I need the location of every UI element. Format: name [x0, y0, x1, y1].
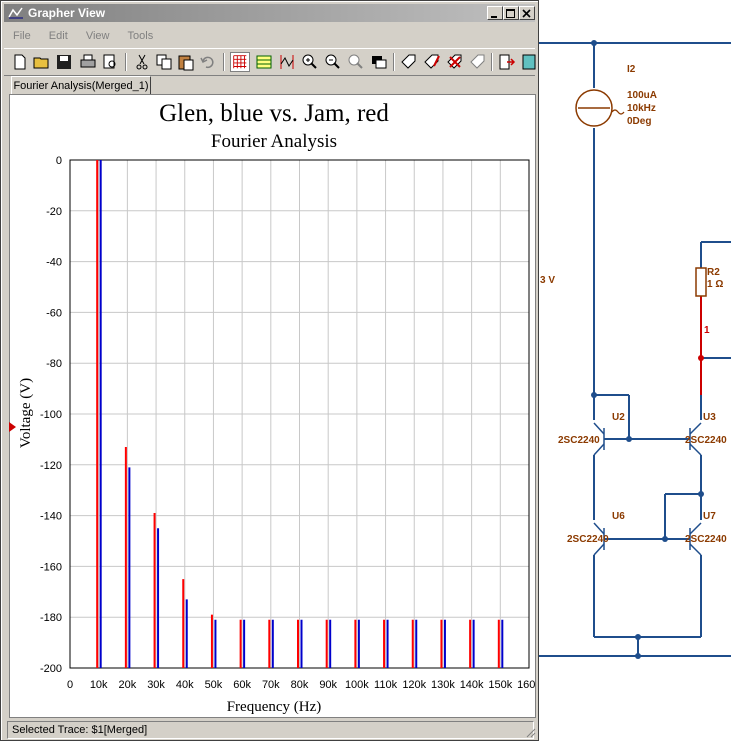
save-icon[interactable]	[54, 52, 74, 72]
x-tick-label: 90k	[319, 679, 337, 691]
y-tick-label: -20	[46, 206, 62, 218]
menu-edit[interactable]: Edit	[49, 27, 68, 45]
x-axis-label: Frequency (Hz)	[227, 699, 322, 715]
y-tick-label: -80	[46, 358, 62, 370]
current-source-i2[interactable]	[575, 89, 625, 127]
resistor-value: 1 Ω	[707, 279, 723, 290]
x-tick-label: 120k	[402, 679, 426, 691]
transistor-u2-part: 2SC2240	[558, 435, 600, 446]
y-cursor-marker-icon[interactable]	[9, 422, 16, 432]
x-tick-label: 130k	[431, 679, 455, 691]
tag-delete-icon[interactable]	[445, 52, 465, 72]
menu-file[interactable]: File	[13, 27, 31, 45]
open-icon[interactable]	[32, 52, 52, 72]
x-tick-label: 50k	[205, 679, 223, 691]
zoom-out-icon[interactable]	[323, 52, 343, 72]
transistor-u7-name: U7	[703, 511, 716, 522]
new-icon[interactable]	[10, 52, 30, 72]
x-tick-label: 40k	[176, 679, 194, 691]
y-tick-label: 0	[56, 155, 62, 167]
y-axis-ticks: 0 -20 -40 -60 -80 -100 -120 -140 -160 -180 -200	[40, 155, 62, 675]
minimize-button[interactable]	[487, 6, 503, 20]
paste-icon[interactable]	[176, 52, 196, 72]
cut-icon[interactable]	[132, 52, 152, 72]
chart-subtitle: Fourier Analysis	[211, 131, 337, 152]
y-tick-label: -140	[40, 511, 62, 523]
resize-grip-icon[interactable]	[524, 726, 536, 738]
y-tick-label: -180	[40, 612, 62, 624]
x-tick-label: 60k	[233, 679, 251, 691]
toolbar	[4, 48, 536, 76]
close-button[interactable]	[519, 6, 535, 20]
maximize-button[interactable]	[503, 6, 519, 20]
menu-bar: File Edit View Tools	[4, 27, 159, 45]
transistor-u3-name: U3	[703, 412, 716, 423]
title-bar[interactable]: Grapher View	[4, 4, 535, 22]
zoom-window-icon[interactable]	[369, 52, 389, 72]
chart-title: Glen, blue vs. Jam, red	[159, 100, 389, 127]
x-axis-ticks: 0 10k 20k 30k 40k 50k 60k 70k 80k 90k 100k 110k 120k…	[67, 679, 541, 691]
resistor-name: R2	[707, 267, 720, 278]
grapher-app-icon	[8, 7, 23, 19]
source-phase: 0Deg	[627, 116, 651, 127]
y-tick-label: -100	[40, 409, 62, 421]
transistor-u2-name: U2	[612, 412, 625, 423]
transistor-u3-part: 2SC2240	[685, 435, 727, 446]
grapher-window[interactable]: Grapher View File Edit View Tools Fourie…	[0, 0, 541, 741]
export-icon[interactable]	[497, 52, 517, 72]
menu-view[interactable]: View	[86, 27, 110, 45]
status-text: Selected Trace: $1[Merged]	[12, 724, 148, 736]
x-tick-label: 160k	[517, 679, 535, 691]
cursor-icon[interactable]	[277, 52, 297, 72]
x-tick-label: 100k	[345, 679, 369, 691]
tag-icon[interactable]	[399, 52, 419, 72]
x-tick-label: 80k	[291, 679, 309, 691]
x-tick-label: 110k	[374, 679, 398, 691]
tag-edit-icon[interactable]	[422, 52, 442, 72]
undo-icon[interactable]	[198, 52, 218, 72]
y-axis-label: Voltage (V)	[18, 378, 34, 448]
resistor-r2[interactable]	[695, 267, 707, 297]
transistor-u6-part: 2SC2240	[567, 534, 609, 545]
minimize-icon	[491, 16, 497, 18]
plot-panel[interactable]: Glen, blue vs. Jam, red Fourier Analysis…	[9, 94, 541, 718]
zoom-fit-icon[interactable]	[346, 52, 366, 72]
transistor-u7-part: 2SC2240	[685, 534, 727, 545]
y-tick-label: -120	[40, 460, 62, 472]
y-tick-label: -40	[46, 257, 62, 269]
window-title: Grapher View	[28, 6, 106, 20]
maximize-icon	[506, 9, 515, 18]
source-name: I2	[627, 64, 636, 75]
source-amplitude: 100uA	[627, 90, 657, 101]
zoom-in-icon[interactable]	[300, 52, 320, 72]
chart-grid	[69, 159, 530, 669]
tab-fourier-analysis[interactable]: Fourier Analysis(Merged_1)	[11, 76, 151, 95]
print-preview-icon[interactable]	[100, 52, 120, 72]
y-tick-label: -60	[46, 307, 62, 319]
grid-major-icon[interactable]	[230, 52, 250, 72]
x-tick-label: 150k	[488, 679, 512, 691]
x-tick-label: 30k	[147, 679, 165, 691]
y-tick-label: -200	[40, 663, 62, 675]
node-label: 1	[704, 325, 710, 336]
close-icon	[522, 9, 531, 18]
source-frequency: 10kHz	[627, 103, 656, 114]
grid-minor-icon[interactable]	[254, 52, 274, 72]
menu-tools[interactable]: Tools	[128, 27, 154, 45]
fourier-chart[interactable]: Glen, blue vs. Jam, red Fourier Analysis…	[10, 95, 541, 717]
x-tick-label: 10k	[90, 679, 108, 691]
print-icon[interactable]	[78, 52, 98, 72]
x-tick-label: 20k	[119, 679, 137, 691]
tag-clear-icon[interactable]	[468, 52, 488, 72]
partial-label: 3 V	[540, 275, 555, 286]
y-tick-label: -160	[40, 561, 62, 573]
x-tick-label: 0	[67, 679, 73, 691]
options-icon[interactable]	[520, 52, 540, 72]
x-tick-label: 70k	[262, 679, 280, 691]
status-bar: Selected Trace: $1[Merged]	[7, 721, 534, 739]
copy-icon[interactable]	[154, 52, 174, 72]
x-tick-label: 140k	[460, 679, 484, 691]
transistor-u6-name: U6	[612, 511, 625, 522]
